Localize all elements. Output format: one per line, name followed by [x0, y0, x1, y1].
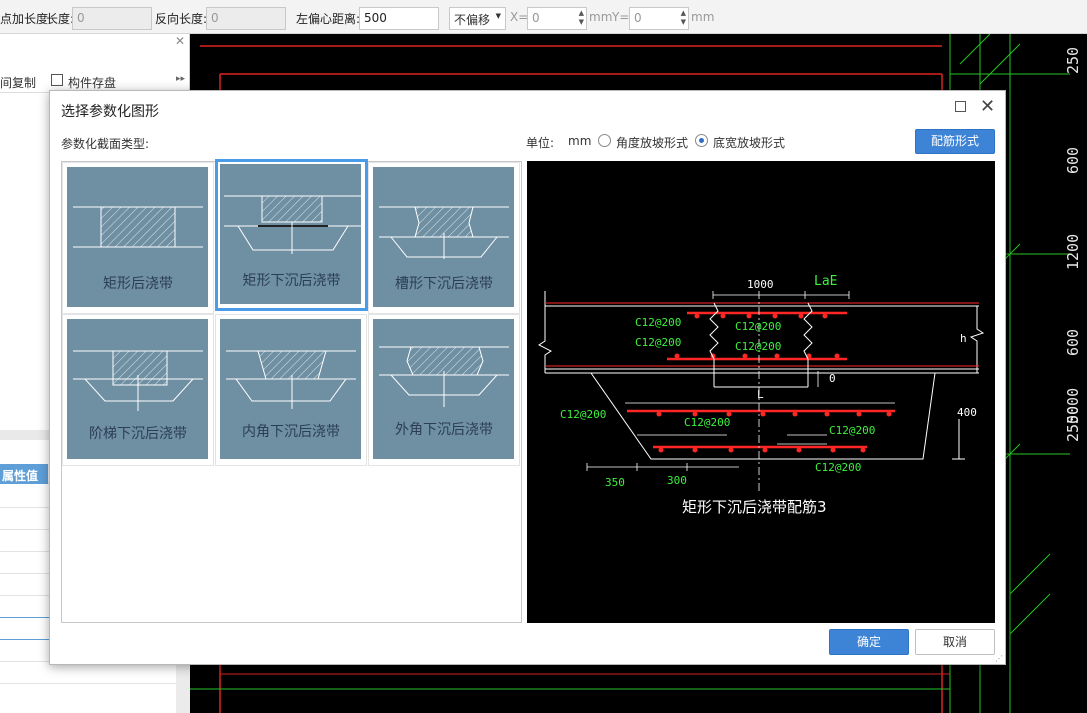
dim-1000: 1000 [747, 278, 774, 291]
y-value: 0 [634, 11, 642, 25]
step-sunken-post-pour-icon [73, 350, 203, 411]
select-parametric-shape-dialog: 选择参数化图形 ✕ 参数化截面类型: 单位: mm 角度放坡形式 底宽放坡形式 … [49, 90, 1006, 665]
x-label: X= [510, 10, 529, 24]
section-type-label: 参数化截面类型: [61, 137, 150, 151]
dialog-title: 选择参数化图形 [61, 104, 159, 120]
inner-corner-sunken-post-pour-icon [226, 350, 356, 409]
ruler-label: 2500 [1064, 405, 1082, 442]
copy-button[interactable]: 间复制 [0, 74, 36, 91]
shape-label: 槽形下沉后浇带 [395, 276, 493, 292]
dim-350: 350 [605, 476, 625, 489]
rebar-label: C12@200 [635, 316, 682, 329]
ruler-label: 1200 [1064, 233, 1082, 270]
offset-mode-select[interactable]: 不偏移 ▼ [449, 7, 506, 30]
rebar-label: C12@200 [560, 408, 607, 421]
dropdown-arrow-icon: ▼ [495, 12, 501, 20]
shape-label: 内角下沉后浇带 [242, 424, 340, 440]
length-input[interactable]: 0 [72, 7, 152, 30]
radio-width-slope[interactable] [695, 134, 708, 147]
shape-thumb-inner-corner-sunken[interactable]: 内角下沉后浇带 [215, 314, 367, 466]
radio-angle-label[interactable]: 角度放坡形式 [616, 134, 688, 151]
property-row[interactable] [0, 662, 176, 684]
x-unit: mm [589, 10, 613, 24]
cancel-button[interactable]: 取消 [915, 629, 995, 655]
radio-angle-slope[interactable] [598, 134, 611, 147]
y-label: Y= [612, 10, 630, 24]
save-component-button[interactable]: 构件存盘 [68, 74, 116, 91]
resize-grip-icon[interactable]: ⋰ [995, 654, 1003, 663]
radio-width-label[interactable]: 底宽放坡形式 [713, 134, 785, 151]
left-offset-label: 左偏心距离: [296, 12, 361, 26]
rebar-label: C12@200 [735, 320, 782, 333]
rebar-label: C12@200 [815, 461, 862, 474]
rebar-label: C12@200 [635, 336, 682, 349]
reverse-length-label: 反向长度: [155, 12, 208, 26]
ok-button[interactable]: 确定 [829, 629, 909, 655]
dim-400: 400 [957, 406, 977, 419]
preview-panel: 1000 LaE C12@200 C12@200 C12@200 C12@200… [527, 161, 995, 623]
shape-gallery: 矩形后浇带 矩形下沉后浇带 槽形下沉后浇带 阶梯下沉后浇带 内角下沉后浇带 外角… [61, 159, 522, 623]
preview-caption: 矩形下沉后浇带配筋3 [682, 498, 827, 516]
ruler-label: 600 [1064, 328, 1082, 356]
shape-thumb-rect-sunken[interactable]: 矩形下沉后浇带 [215, 159, 368, 311]
shape-thumb-groove-sunken[interactable]: 槽形下沉后浇带 [368, 162, 520, 314]
shape-thumb-step-sunken[interactable]: 阶梯下沉后浇带 [62, 314, 214, 466]
h-label: h [960, 332, 967, 345]
rebar-label: C12@200 [684, 416, 731, 429]
close-icon[interactable]: ✕ [980, 96, 995, 117]
maximize-icon[interactable] [955, 101, 966, 112]
x-spinner[interactable]: 0 ▲ ▼ [527, 7, 587, 30]
expand-icon[interactable]: ▸▸ [176, 74, 185, 84]
close-icon[interactable]: ✕ [175, 34, 185, 48]
ruler-label: 250 [1064, 46, 1082, 74]
y-unit: mm [691, 10, 715, 24]
rebar-label: C12@200 [735, 340, 782, 353]
offset-mode-value: 不偏移 [454, 13, 491, 27]
rebar-label: C12@200 [829, 424, 876, 437]
shape-thumb-outer-corner-sunken[interactable]: 外角下沉后浇带 [368, 314, 520, 466]
spinner-arrows-icon[interactable]: ▲ ▼ [579, 9, 584, 27]
unit-label: 单位: [526, 136, 555, 150]
ruler-label: 600 [1064, 146, 1082, 174]
outer-corner-sunken-post-pour-icon [379, 346, 509, 407]
add-length-label: 点加长度 [0, 12, 49, 26]
y-spinner[interactable]: 0 ▲ ▼ [629, 7, 689, 30]
shape-label: 矩形后浇带 [103, 276, 173, 292]
save-icon [51, 74, 63, 86]
shape-label: 外角下沉后浇带 [395, 422, 493, 438]
reverse-length-input[interactable]: 0 [206, 7, 286, 30]
unit-value: mm [568, 134, 592, 148]
dim-300: 300 [667, 474, 687, 487]
rebar-form-button[interactable]: 配筋形式 [915, 129, 995, 154]
spinner-arrows-icon[interactable]: ▲ ▼ [681, 9, 686, 27]
props-header: 属性值 [0, 464, 48, 484]
x-value: 0 [532, 11, 540, 25]
l-label: L [757, 388, 764, 401]
lae-label: LaE [814, 274, 838, 289]
top-toolbar: 点加长度 长度: 0 反向长度: 0 左偏心距离: 500 不偏移 ▼ X= 0… [0, 0, 1087, 34]
shape-label: 阶梯下沉后浇带 [89, 426, 187, 442]
left-panel-toolbar: 间复制 构件存盘 ▸▸ [0, 72, 190, 92]
zero-label: 0 [829, 372, 836, 385]
shape-label: 矩形下沉后浇带 [242, 273, 341, 289]
left-offset-input[interactable]: 500 [359, 7, 439, 30]
shape-thumb-rect[interactable]: 矩形后浇带 [62, 162, 214, 314]
length-label: 长度: [46, 12, 75, 26]
